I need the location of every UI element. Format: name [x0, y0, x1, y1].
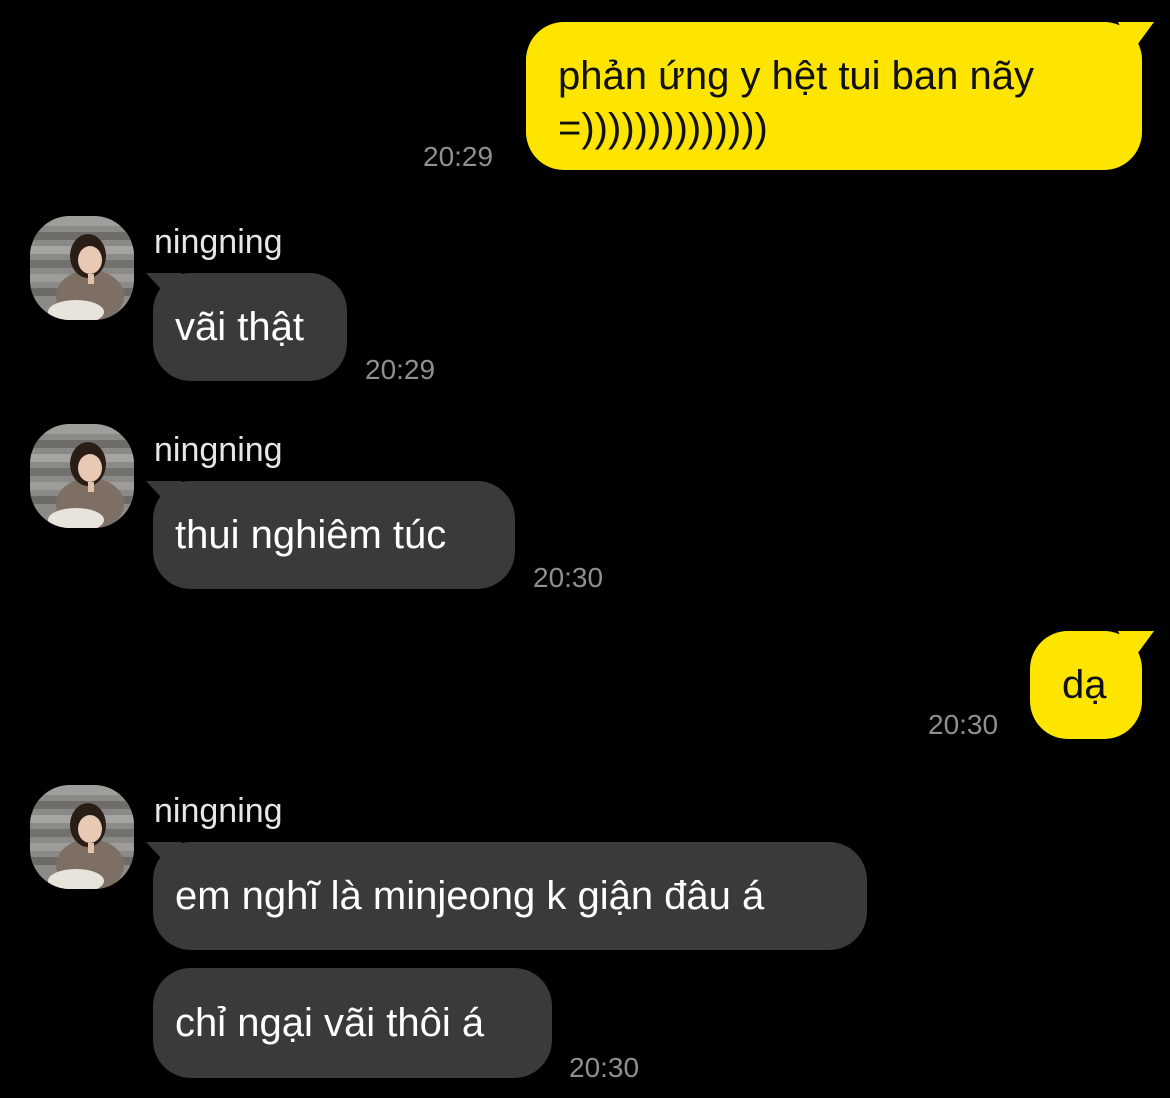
incoming-message-bubble[interactable]: em nghĩ là minjeong k giận đâu á: [153, 842, 867, 950]
sender-name: ningning: [154, 792, 283, 830]
bubble-tail-icon: [146, 842, 182, 872]
message-timestamp: 20:30: [928, 709, 999, 740]
bubble-tail-icon: [146, 481, 182, 511]
message-timestamp: 20:30: [569, 1052, 640, 1083]
message-text: chỉ ngại vãi thôi á: [175, 1001, 485, 1045]
message-timestamp: 20:30: [533, 562, 604, 593]
bubble-tail-icon: [1118, 22, 1154, 52]
profile-photo-icon: [30, 216, 134, 320]
profile-photo-icon: [30, 424, 134, 528]
sender-name: ningning: [154, 431, 283, 469]
sender-name: ningning: [154, 223, 283, 261]
profile-photo-icon: [30, 785, 134, 889]
incoming-message-bubble[interactable]: chỉ ngại vãi thôi á: [153, 968, 552, 1078]
chat-screen: { "colors": { "background": "#000000", "…: [0, 0, 1170, 1098]
outgoing-message-bubble[interactable]: phản ứng y hệt tui ban nãy =))))))))))))…: [526, 22, 1142, 170]
bubble-tail-icon: [1118, 631, 1154, 661]
bubble-tail-icon: [146, 273, 182, 303]
message-text: em nghĩ là minjeong k giận đâu á: [175, 874, 765, 918]
message-text: vãi thật: [175, 305, 304, 349]
incoming-message-bubble[interactable]: thui nghiêm túc: [153, 481, 515, 589]
message-text: dạ: [1062, 663, 1107, 707]
avatar[interactable]: [30, 785, 134, 889]
message-text-line: =)))))))))))))): [558, 106, 768, 150]
avatar[interactable]: [30, 424, 134, 528]
message-timestamp: 20:29: [423, 141, 494, 172]
avatar[interactable]: [30, 216, 134, 320]
message-text-line: phản ứng y hệt tui ban nãy: [558, 54, 1035, 98]
message-timestamp: 20:29: [365, 354, 436, 385]
message-text: thui nghiêm túc: [175, 513, 447, 557]
incoming-message-bubble[interactable]: vãi thật: [153, 273, 347, 381]
